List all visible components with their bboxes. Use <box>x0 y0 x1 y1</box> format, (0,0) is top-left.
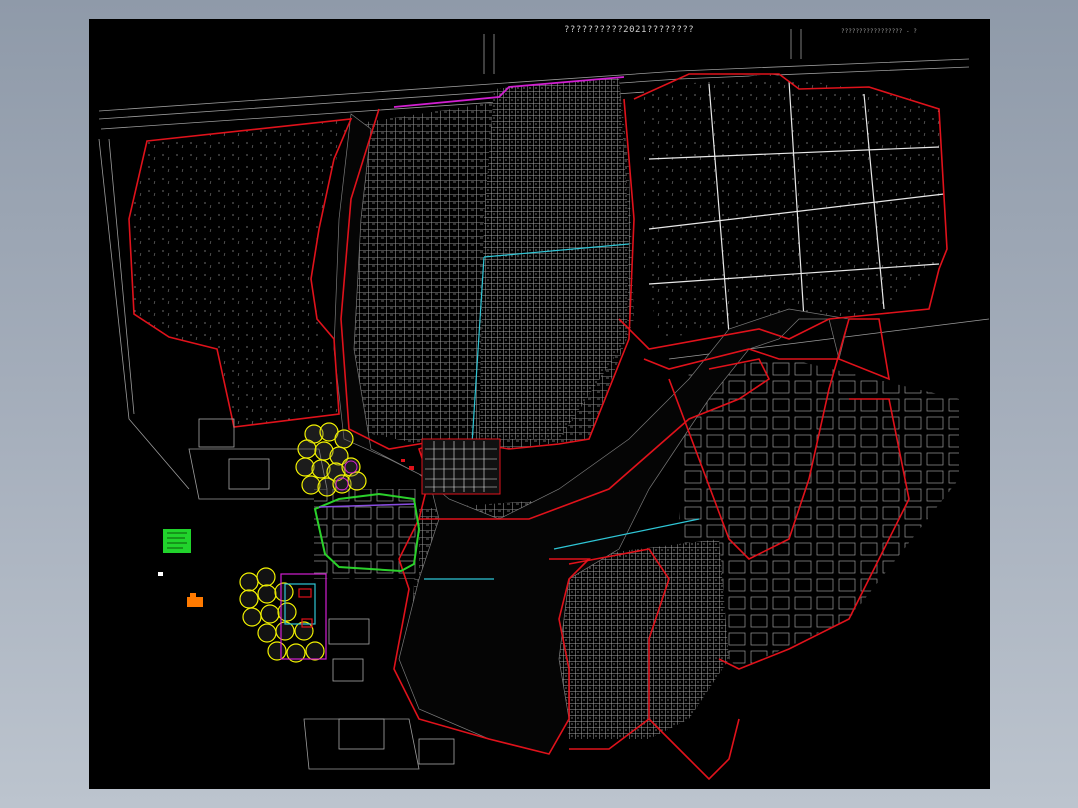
cad-drawing-canvas[interactable] <box>89 19 990 789</box>
drawing-corner-note: ????????????????? - ? <box>841 28 917 35</box>
parcel-region-east <box>644 74 944 337</box>
legend-green-block <box>163 529 191 553</box>
legend-white-mark <box>158 572 163 576</box>
parcel-region-west <box>129 119 351 427</box>
marker-cluster-lower <box>239 567 325 663</box>
cad-drawing-viewport[interactable]: ??????????2021???????? ?????????????????… <box>89 19 990 789</box>
legend-orange-block <box>187 593 203 607</box>
drawing-title: ??????????2021???????? <box>564 25 695 35</box>
